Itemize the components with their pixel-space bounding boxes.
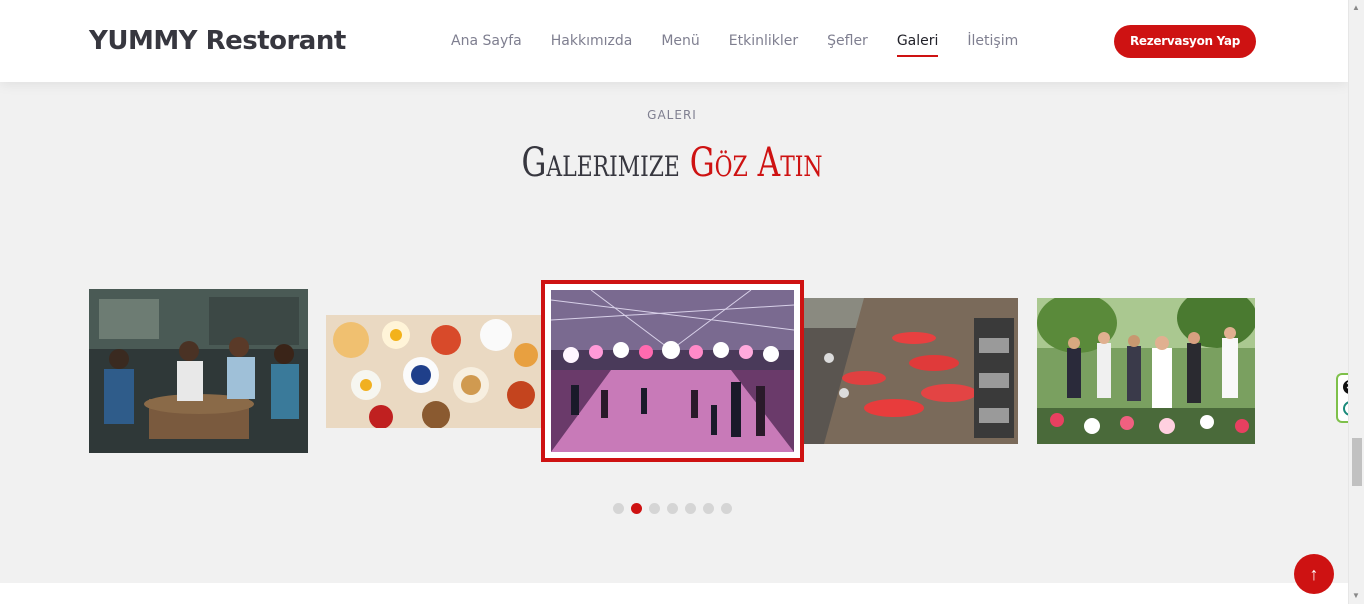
pagination-dot[interactable] bbox=[721, 503, 732, 514]
section-title-accent: Göz Atın bbox=[689, 140, 823, 186]
section-title: Galerimize Göz Atın bbox=[148, 140, 1196, 186]
gallery-slide-wedding-celebration[interactable] bbox=[1037, 298, 1255, 444]
site-logo[interactable]: YUMMY Restorant bbox=[89, 26, 346, 56]
section-label: GALERI bbox=[647, 108, 697, 122]
reservation-button[interactable]: Rezervasyon Yap bbox=[1114, 25, 1256, 58]
pagination-dot-active[interactable] bbox=[631, 503, 642, 514]
scroll-up-icon[interactable]: ▲ bbox=[1351, 3, 1361, 13]
nav-item-hakkimizda[interactable]: Hakkımızda bbox=[551, 33, 633, 55]
gallery-pagination bbox=[613, 503, 732, 514]
nav-item-menu[interactable]: Menü bbox=[661, 33, 699, 55]
gallery-slide-night-tent-party[interactable] bbox=[541, 280, 804, 462]
section-title-main: Galerimize bbox=[521, 140, 690, 186]
scrollbar[interactable]: ▲ ▼ bbox=[1348, 0, 1364, 604]
gallery-slide-friends-cafe[interactable] bbox=[89, 289, 308, 453]
nav-item-ana-sayfa[interactable]: Ana Sayfa bbox=[451, 33, 522, 55]
nav-item-sefler[interactable]: Şefler bbox=[827, 33, 868, 55]
scroll-down-icon[interactable]: ▼ bbox=[1351, 591, 1361, 601]
site-header: YUMMY Restorant Ana Sayfa Hakkımızda Men… bbox=[0, 0, 1348, 82]
gallery-slide-banquet-table[interactable] bbox=[804, 298, 1018, 444]
gallery-slide-brunch-table[interactable] bbox=[326, 315, 541, 428]
pagination-dot[interactable] bbox=[613, 503, 624, 514]
nav-item-iletisim[interactable]: İletişim bbox=[967, 33, 1018, 55]
nav-item-etkinlikler[interactable]: Etkinlikler bbox=[729, 33, 798, 55]
pagination-dot[interactable] bbox=[649, 503, 660, 514]
next-section-edge bbox=[0, 583, 1348, 604]
pagination-dot[interactable] bbox=[703, 503, 714, 514]
arrow-up-icon: ↑ bbox=[1309, 564, 1319, 584]
back-to-top-button[interactable]: ↑ bbox=[1294, 554, 1334, 594]
pagination-dot[interactable] bbox=[667, 503, 678, 514]
main-nav: Ana Sayfa Hakkımızda Menü Etkinlikler Şe… bbox=[451, 33, 1047, 57]
nav-item-galeri[interactable]: Galeri bbox=[896, 33, 938, 57]
scroll-thumb[interactable] bbox=[1352, 438, 1362, 486]
pagination-dot[interactable] bbox=[685, 503, 696, 514]
